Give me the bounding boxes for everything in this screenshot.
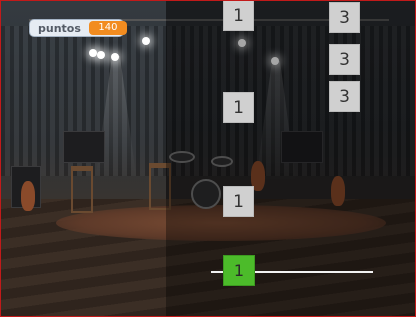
chair	[71, 166, 93, 213]
spotlight	[142, 37, 150, 45]
falling-note-tile: 3	[329, 2, 360, 33]
score-label: puntos	[38, 21, 81, 35]
spotlight	[111, 53, 119, 61]
player-block[interactable]: 1	[223, 255, 255, 286]
spotlight	[89, 49, 97, 57]
score-value: 140	[88, 21, 127, 35]
falling-note-tile: 1	[223, 186, 254, 217]
amplifier	[63, 131, 105, 163]
falling-note-tile: 1	[223, 92, 254, 123]
guitar	[21, 181, 35, 211]
game-stage[interactable]: puntos 140 1 3 3 3 1 1 1	[0, 0, 416, 317]
falling-note-tile: 1	[223, 1, 254, 31]
background-dim-half	[166, 1, 415, 316]
score-display: puntos 140	[29, 19, 127, 37]
falling-note-tile: 3	[329, 44, 360, 75]
falling-note-tile: 3	[329, 81, 360, 112]
spotlight	[97, 51, 105, 59]
